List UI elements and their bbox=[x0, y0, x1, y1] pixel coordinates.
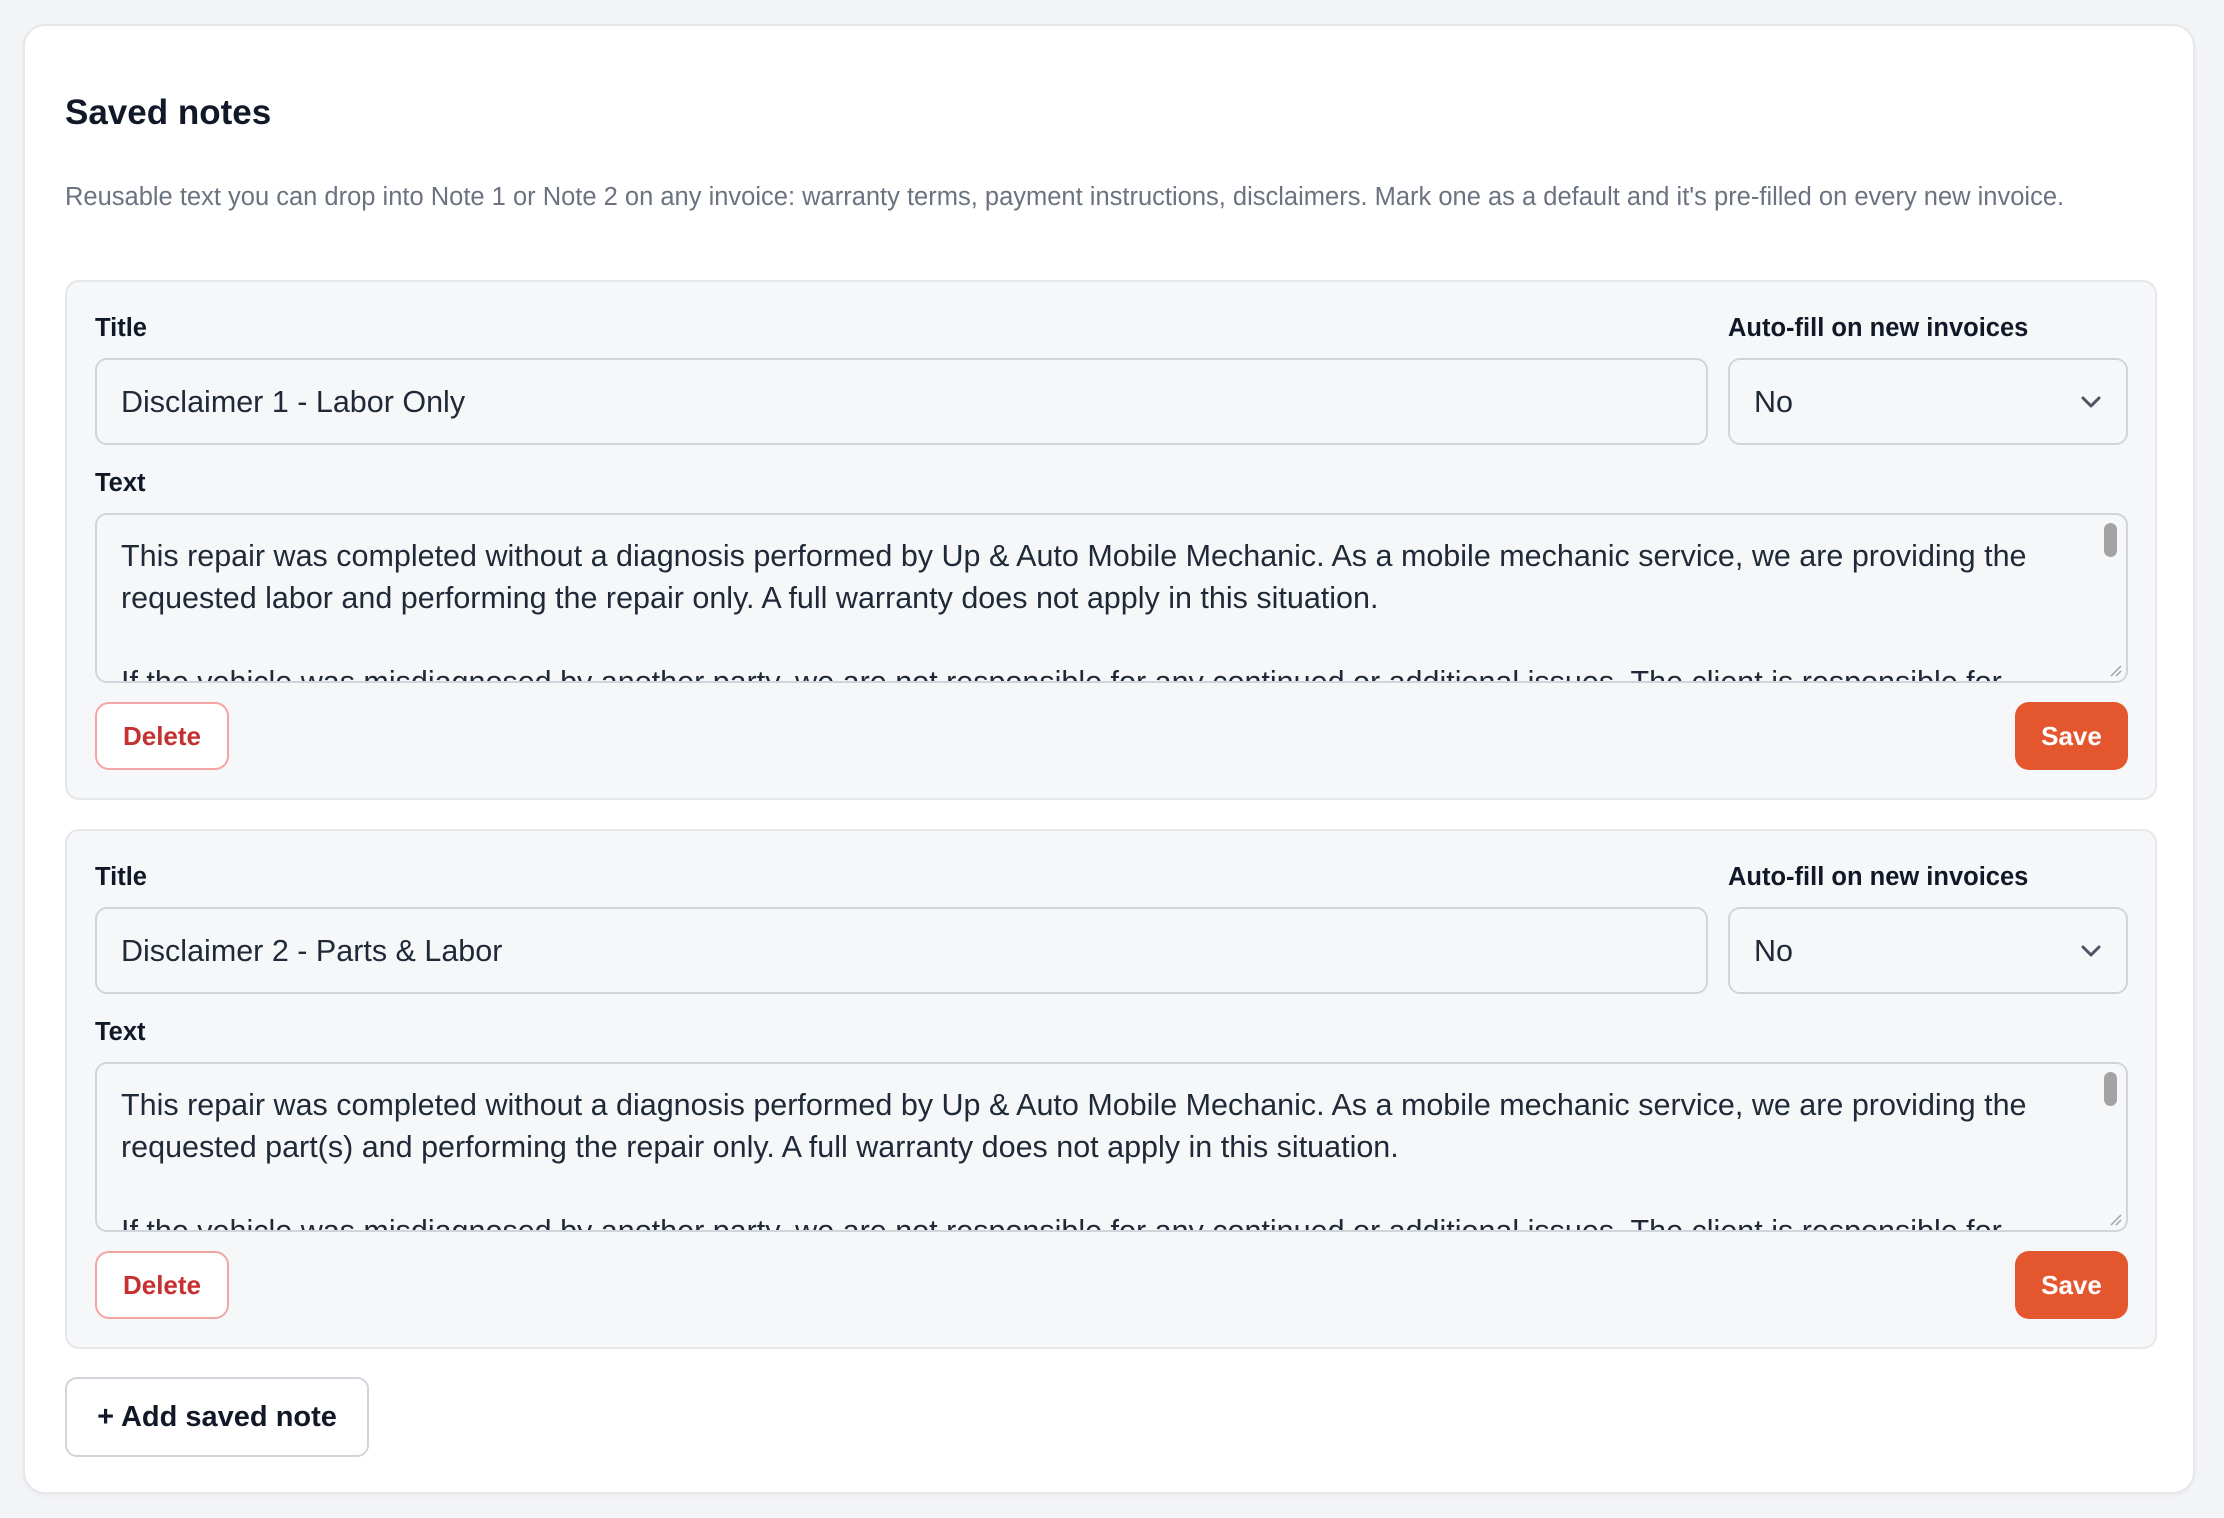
saved-note-card: Title Auto-fill on new invoices Disclaim… bbox=[65, 829, 2157, 1349]
autofill-select[interactable]: No bbox=[1728, 358, 2128, 445]
chevron-down-icon bbox=[2081, 945, 2101, 956]
chevron-down-icon bbox=[2081, 396, 2101, 407]
save-button[interactable]: Save bbox=[2015, 702, 2128, 770]
note-title-value: Disclaimer 1 - Labor Only bbox=[121, 384, 466, 419]
add-saved-note-button[interactable]: + Add saved note bbox=[65, 1377, 369, 1457]
note-title-input[interactable]: Disclaimer 2 - Parts & Labor bbox=[95, 907, 1708, 994]
note-text-value: This repair was completed without a diag… bbox=[121, 539, 2027, 683]
title-label: Title bbox=[95, 863, 147, 891]
saved-note-card: Title Auto-fill on new invoices Disclaim… bbox=[65, 280, 2157, 800]
note-title-input[interactable]: Disclaimer 1 - Labor Only bbox=[95, 358, 1708, 445]
delete-button[interactable]: Delete bbox=[95, 702, 229, 770]
section-title: Saved notes bbox=[65, 93, 272, 132]
note-title-value: Disclaimer 2 - Parts & Labor bbox=[121, 933, 503, 968]
saved-notes-card: Saved notes Reusable text you can drop i… bbox=[23, 24, 2195, 1494]
note-text-value: This repair was completed without a diag… bbox=[121, 1088, 2027, 1232]
autofill-selected-value: No bbox=[1754, 933, 1793, 968]
scrollbar-thumb[interactable] bbox=[2104, 523, 2117, 557]
textarea-scrollbar[interactable] bbox=[2102, 1066, 2124, 1228]
scrollbar-thumb[interactable] bbox=[2104, 1072, 2117, 1106]
autofill-label: Auto-fill on new invoices bbox=[1728, 314, 2029, 342]
note-text-area[interactable]: This repair was completed without a diag… bbox=[95, 1062, 2128, 1232]
autofill-select[interactable]: No bbox=[1728, 907, 2128, 994]
text-label: Text bbox=[95, 469, 146, 497]
autofill-label: Auto-fill on new invoices bbox=[1728, 863, 2029, 891]
note-text-area[interactable]: This repair was completed without a diag… bbox=[95, 513, 2128, 683]
title-label: Title bbox=[95, 314, 147, 342]
section-description: Reusable text you can drop into Note 1 o… bbox=[65, 183, 2065, 211]
autofill-selected-value: No bbox=[1754, 384, 1793, 419]
textarea-scrollbar[interactable] bbox=[2102, 517, 2124, 679]
delete-button[interactable]: Delete bbox=[95, 1251, 229, 1319]
resize-handle-icon[interactable] bbox=[2106, 1210, 2122, 1226]
resize-handle-icon[interactable] bbox=[2106, 661, 2122, 677]
text-label: Text bbox=[95, 1018, 146, 1046]
save-button[interactable]: Save bbox=[2015, 1251, 2128, 1319]
